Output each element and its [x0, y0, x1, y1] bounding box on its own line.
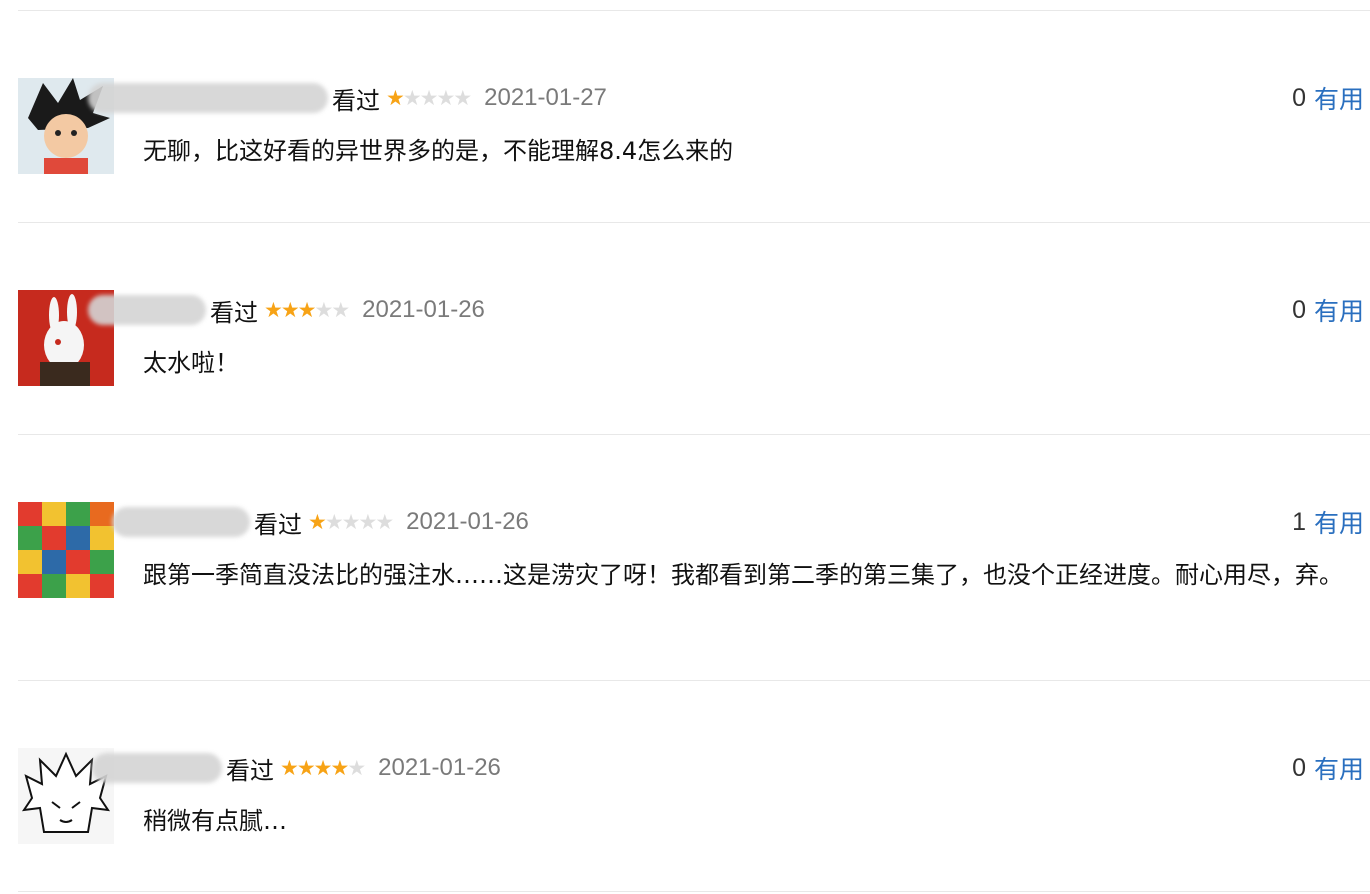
- divider: [18, 434, 1370, 435]
- comment-date: 2021-01-26: [406, 508, 529, 535]
- vote-area: 0 有用: [1292, 750, 1364, 786]
- comment-text: 稍微有点腻…: [143, 807, 287, 835]
- useful-button[interactable]: 有用: [1314, 292, 1364, 328]
- divider: [18, 891, 1370, 892]
- star-filled-icon: ★: [386, 85, 405, 110]
- star-empty-icon: ★: [331, 297, 350, 322]
- username-redacted[interactable]: [88, 83, 328, 113]
- username-redacted[interactable]: [112, 507, 250, 537]
- comment-meta: 看过 ★ ★ ★ ★ ★ 2021-01-27: [88, 80, 607, 116]
- comment-meta: 看过 ★ ★ ★ ★ ★ 2021-01-26: [112, 504, 529, 540]
- star-empty-icon: ★: [347, 755, 366, 780]
- divider: [18, 222, 1370, 223]
- username-redacted[interactable]: [92, 753, 222, 783]
- star-filled-icon: ★: [280, 755, 299, 780]
- star-empty-icon: ★: [314, 297, 333, 322]
- star-empty-icon: ★: [436, 85, 455, 110]
- useful-button[interactable]: 有用: [1314, 750, 1364, 786]
- rating-stars: ★ ★ ★ ★ ★: [280, 755, 366, 780]
- star-filled-icon: ★: [330, 755, 349, 780]
- star-empty-icon: ★: [341, 509, 361, 534]
- divider: [18, 680, 1370, 681]
- watch-status: 看过: [210, 298, 258, 327]
- star-filled-icon: ★: [296, 755, 316, 780]
- star-filled-icon: ★: [308, 509, 327, 534]
- divider: [18, 10, 1370, 11]
- star-filled-icon: ★: [264, 297, 283, 322]
- rating-stars: ★ ★ ★ ★ ★: [264, 297, 350, 322]
- comment-meta: 看过 ★ ★ ★ ★ ★ 2021-01-26: [88, 292, 485, 328]
- vote-area: 0 有用: [1292, 80, 1364, 116]
- vote-count: 0: [1292, 83, 1306, 112]
- comment-date: 2021-01-26: [378, 754, 501, 781]
- star-empty-icon: ★: [324, 509, 344, 534]
- useful-button[interactable]: 有用: [1314, 80, 1364, 116]
- star-empty-icon: ★: [402, 85, 422, 110]
- star-empty-icon: ★: [358, 509, 377, 534]
- star-filled-icon: ★: [280, 297, 300, 322]
- comment-text: 跟第一季简直没法比的强注水……这是涝灾了呀！我都看到第二季的第三集了，也没个正经…: [143, 561, 1343, 589]
- comment-date: 2021-01-27: [484, 84, 607, 111]
- vote-count: 1: [1292, 507, 1306, 536]
- star-empty-icon: ★: [453, 85, 472, 110]
- watch-status: 看过: [226, 756, 274, 785]
- comment-text: 无聊，比这好看的异世界多的是，不能理解8.4怎么来的: [143, 137, 734, 165]
- star-empty-icon: ★: [375, 509, 394, 534]
- star-filled-icon: ★: [313, 755, 333, 780]
- vote-count: 0: [1292, 753, 1306, 782]
- rating-stars: ★ ★ ★ ★ ★: [386, 85, 472, 110]
- star-empty-icon: ★: [419, 85, 439, 110]
- comment-text: 太水啦！: [143, 349, 239, 377]
- useful-button[interactable]: 有用: [1314, 504, 1364, 540]
- vote-area: 0 有用: [1292, 292, 1364, 328]
- watch-status: 看过: [254, 510, 302, 539]
- comment-date: 2021-01-26: [362, 296, 485, 323]
- comment-meta: 看过 ★ ★ ★ ★ ★ 2021-01-26: [92, 750, 501, 786]
- rating-stars: ★ ★ ★ ★ ★: [308, 509, 394, 534]
- avatar[interactable]: [18, 502, 114, 598]
- watch-status: 看过: [332, 86, 380, 115]
- vote-count: 0: [1292, 295, 1306, 324]
- star-filled-icon: ★: [297, 297, 317, 322]
- username-redacted[interactable]: [88, 295, 206, 325]
- vote-area: 1 有用: [1292, 504, 1364, 540]
- avatar-image: [18, 502, 114, 598]
